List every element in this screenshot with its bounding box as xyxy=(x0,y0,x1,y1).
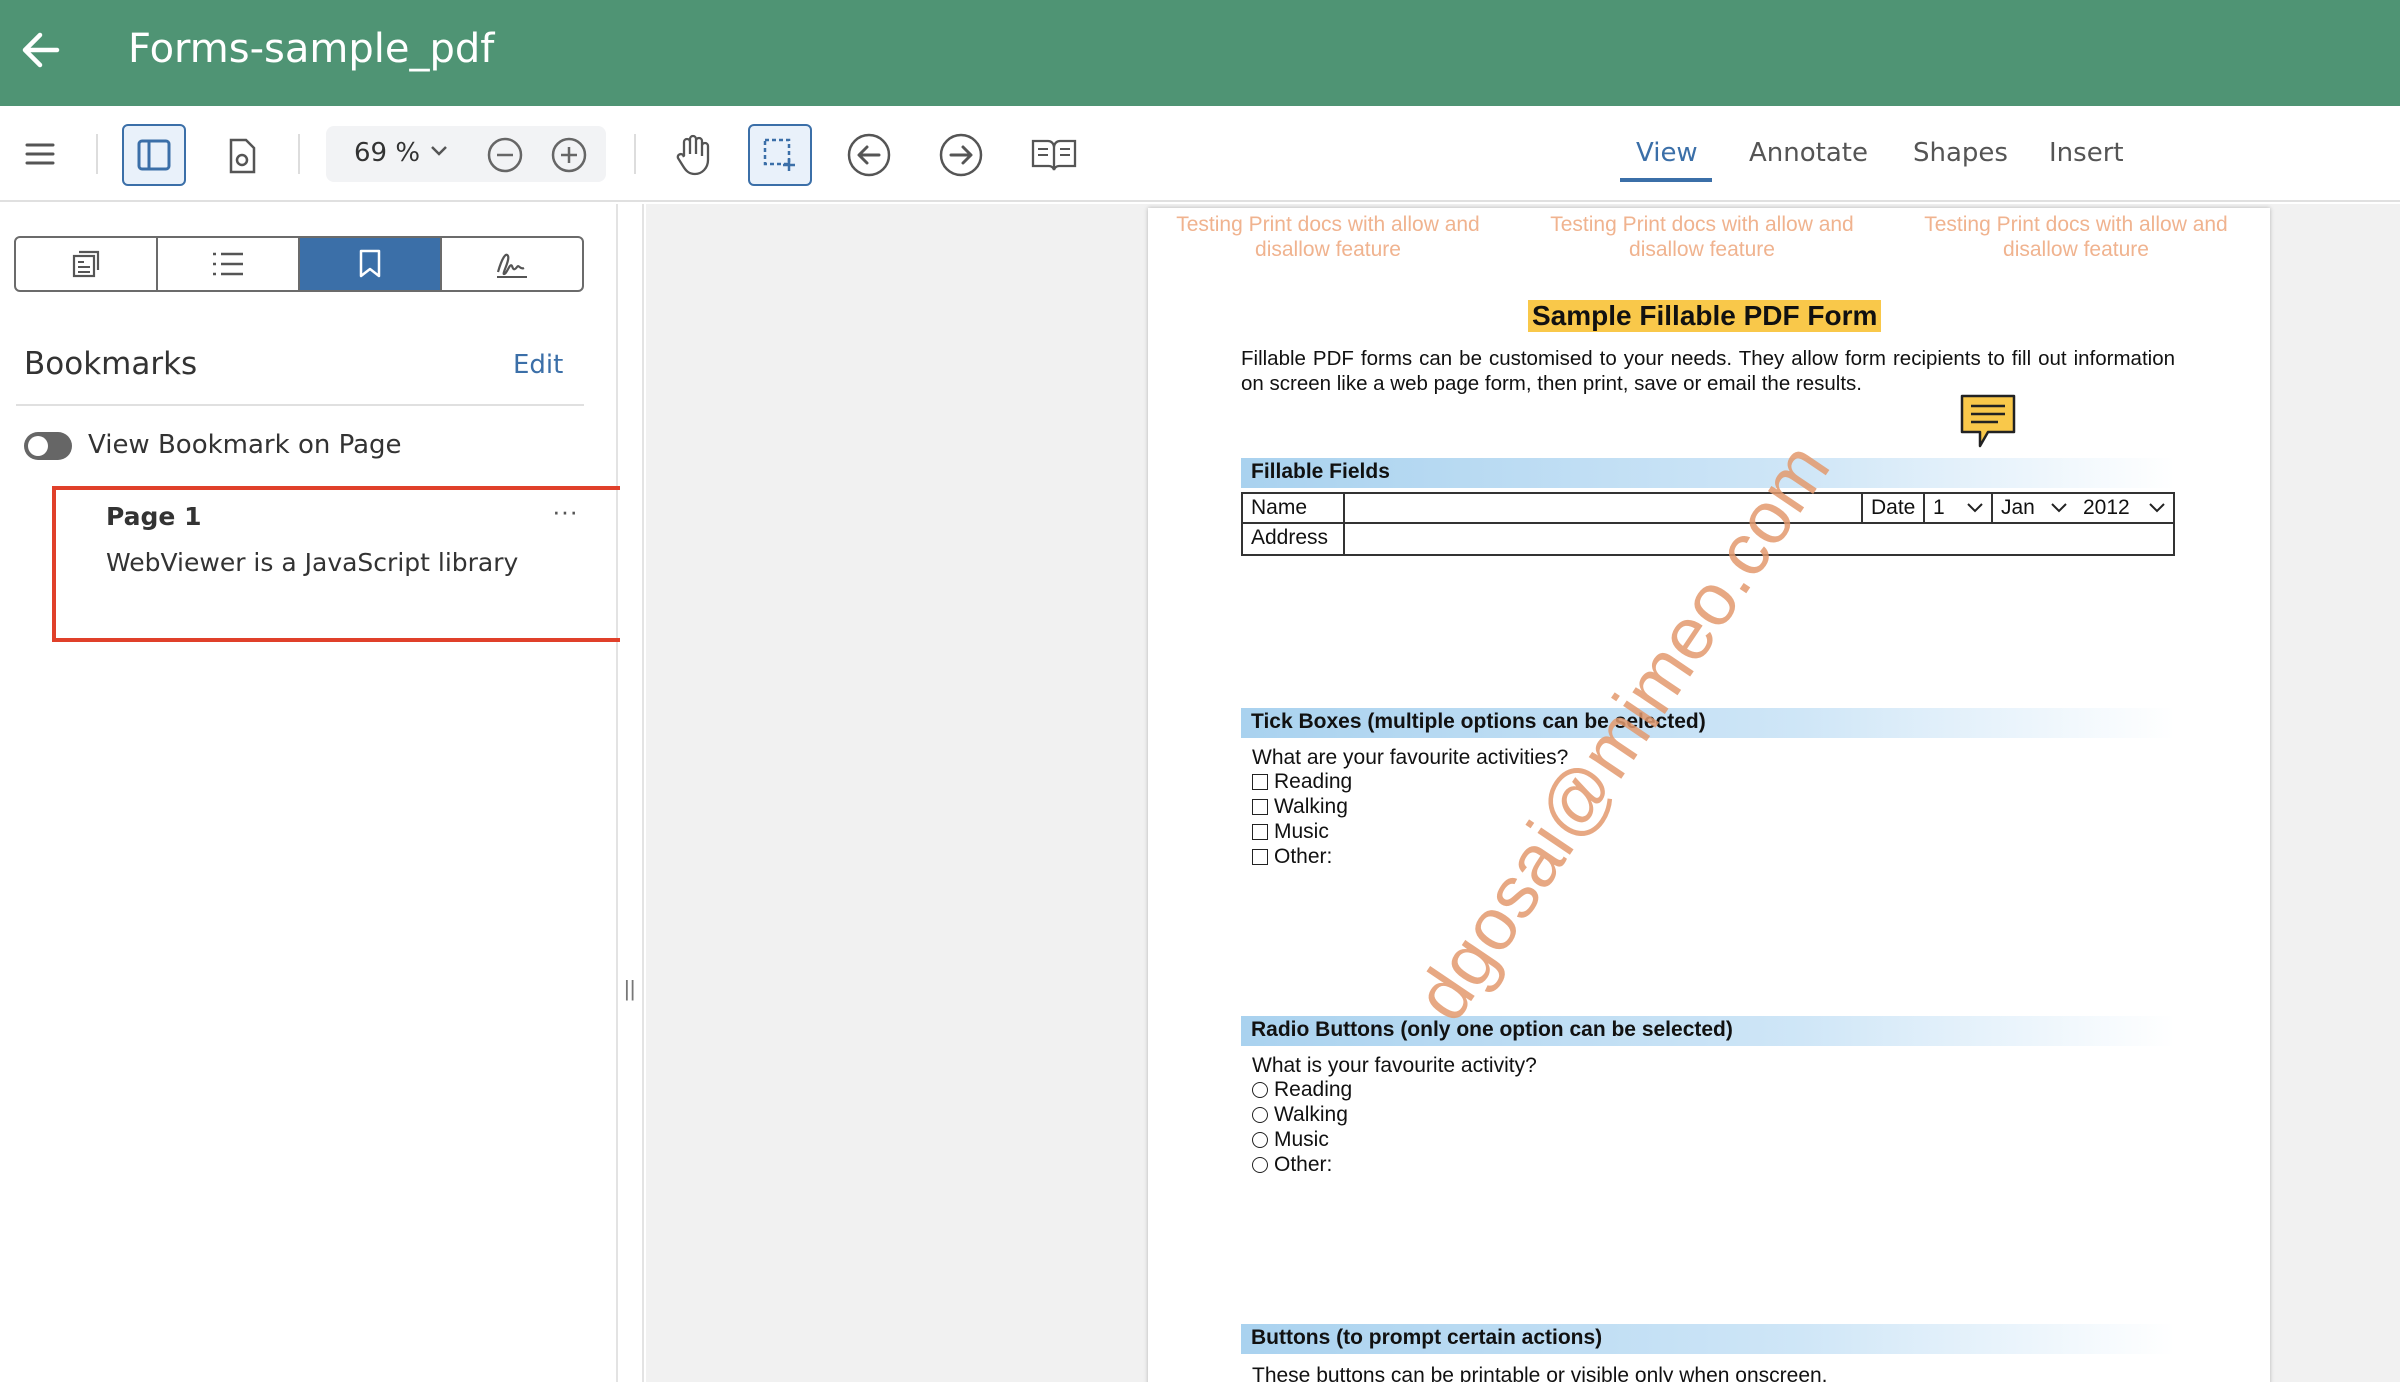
view-bookmark-toggle[interactable] xyxy=(24,432,72,460)
day-select[interactable]: 1 xyxy=(1925,494,1993,524)
left-panel: Bookmarks Edit View Bookmark on Page Pag… xyxy=(0,204,632,1382)
panel-splitter[interactable]: || xyxy=(620,204,644,1382)
outline-tab[interactable] xyxy=(158,238,300,290)
tab-annotate[interactable]: Annotate xyxy=(1749,138,1868,168)
document-settings-icon[interactable] xyxy=(218,132,266,180)
form-title: Sample Fillable PDF Form xyxy=(1528,300,1882,332)
document-viewer[interactable]: Testing Print docs with allow and disall… xyxy=(646,204,2400,1382)
book-view-icon[interactable] xyxy=(1028,132,1080,178)
toolbar: 69 % View Annotate Shapes Insert xyxy=(0,106,2400,202)
resize-handle-icon[interactable]: || xyxy=(624,976,635,1002)
buttons-description: These buttons can be printable or visibl… xyxy=(1252,1364,1828,1382)
checkbox-reading[interactable]: Reading xyxy=(1252,770,1352,794)
next-page-icon[interactable] xyxy=(936,130,986,180)
month-select[interactable]: Jan xyxy=(1993,494,2075,524)
checkbox-music[interactable]: Music xyxy=(1252,820,1329,844)
intro-text: Fillable PDF forms can be customised to … xyxy=(1241,347,2175,395)
watermark-header: Testing Print docs with allow and disall… xyxy=(1550,213,1854,261)
address-label: Address xyxy=(1243,524,1345,554)
divider xyxy=(16,404,584,406)
radio-music[interactable]: Music xyxy=(1252,1128,1329,1152)
view-bookmark-label: View Bookmark on Page xyxy=(88,430,402,460)
arrow-left-icon[interactable] xyxy=(18,28,62,72)
marquee-select-button[interactable] xyxy=(748,124,812,186)
panel-tabs xyxy=(14,236,584,292)
watermark-header: Testing Print docs with allow and disall… xyxy=(1924,213,2228,261)
zoom-out-icon[interactable] xyxy=(486,136,524,179)
bookmark-item[interactable]: Page 1 ··· WebViewer is a JavaScript lib… xyxy=(52,486,632,642)
bookmark-text: WebViewer is a JavaScript library for xyxy=(106,548,526,577)
radio-other[interactable]: Other: xyxy=(1252,1153,1332,1177)
bookmarks-heading: Bookmarks xyxy=(24,346,198,382)
radio-reading[interactable]: Reading xyxy=(1252,1078,1352,1102)
section-header: Fillable Fields xyxy=(1241,458,2175,488)
chevron-down-icon[interactable] xyxy=(430,144,448,162)
checkbox-other[interactable]: Other: xyxy=(1252,845,1332,869)
pan-hand-icon[interactable] xyxy=(668,130,718,180)
tab-view[interactable]: View xyxy=(1636,138,1698,168)
radio-walking[interactable]: Walking xyxy=(1252,1103,1348,1127)
app-header: Forms-sample_pdf xyxy=(0,0,2400,106)
section-header: Radio Buttons (only one option can be se… xyxy=(1241,1016,2175,1046)
section-header: Buttons (to prompt certain actions) xyxy=(1241,1324,2175,1354)
pdf-page: Testing Print docs with allow and disall… xyxy=(1148,208,2270,1382)
comment-note-icon[interactable] xyxy=(1958,392,2018,455)
signature-tab[interactable] xyxy=(442,238,582,290)
zoom-in-icon[interactable] xyxy=(550,136,588,179)
watermark-header: Testing Print docs with allow and disall… xyxy=(1176,213,1480,261)
toggle-left-panel-button[interactable] xyxy=(122,124,186,186)
tab-insert[interactable]: Insert xyxy=(2049,138,2124,168)
name-label: Name xyxy=(1243,494,1345,524)
previous-page-icon[interactable] xyxy=(844,130,894,180)
date-label: Date xyxy=(1863,494,1925,524)
bookmarks-tab[interactable] xyxy=(300,238,442,290)
bookmark-page-label: Page 1 xyxy=(106,502,202,531)
tab-shapes[interactable]: Shapes xyxy=(1913,138,2008,168)
year-select[interactable]: 2012 xyxy=(2075,494,2173,524)
document-title: Forms-sample_pdf xyxy=(128,26,495,72)
checkbox-walking[interactable]: Walking xyxy=(1252,795,1348,819)
radio-question: What is your favourite activity? xyxy=(1252,1054,1537,1077)
thumbnails-tab[interactable] xyxy=(16,238,158,290)
menu-icon[interactable] xyxy=(20,134,60,174)
edit-bookmarks-button[interactable]: Edit xyxy=(513,350,563,380)
more-options-icon[interactable]: ··· xyxy=(552,496,578,527)
section-header: Tick Boxes (multiple options can be sele… xyxy=(1241,708,2175,738)
active-tab-indicator xyxy=(1620,178,1712,182)
zoom-control[interactable]: 69 % xyxy=(326,126,606,182)
tick-question: What are your favourite activities? xyxy=(1252,746,1569,769)
zoom-value[interactable]: 69 % xyxy=(354,138,420,168)
